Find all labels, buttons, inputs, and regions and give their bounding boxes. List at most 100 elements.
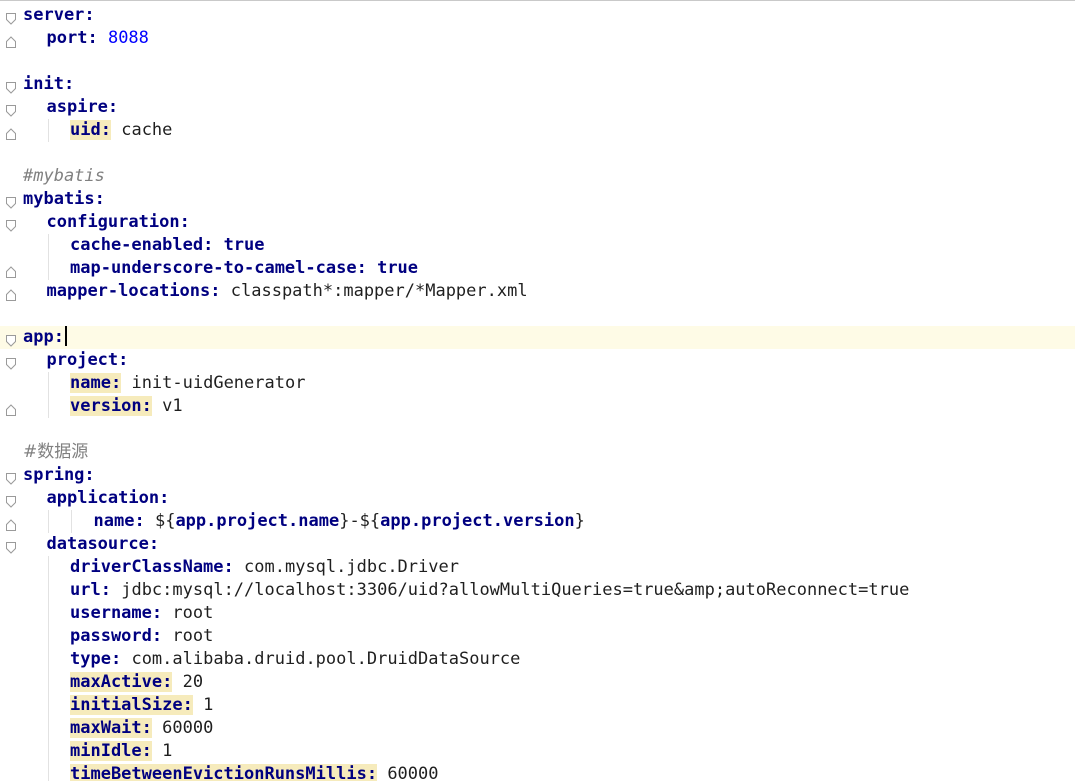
code-line[interactable] (0, 142, 1075, 165)
code-line[interactable]: maxWait: 60000 (0, 717, 1075, 740)
yaml-colon: : (87, 28, 98, 48)
code-line[interactable]: type: com.alibaba.druid.pool.DruidDataSo… (0, 648, 1075, 671)
fold-close-icon[interactable] (6, 32, 16, 48)
line-content: version: v1 (23, 395, 183, 418)
code-line[interactable]: driverClassName: com.mysql.jdbc.Driver (0, 556, 1075, 579)
yaml-key: timeBetweenEvictionRunsMillis (70, 764, 367, 781)
yaml-key: name (70, 373, 111, 393)
indent-guide (47, 740, 71, 763)
line-content: init: (23, 73, 74, 96)
fold-open-icon[interactable] (6, 538, 16, 554)
fold-close-icon[interactable] (6, 124, 16, 140)
fold-open-icon[interactable] (6, 331, 16, 347)
fold-close-icon[interactable] (6, 515, 16, 531)
yaml-colon: : (366, 764, 378, 781)
code-line[interactable] (0, 50, 1075, 73)
code-line[interactable]: version: v1 (0, 395, 1075, 418)
line-content: aspire: (23, 96, 119, 119)
indent-guide (47, 648, 71, 671)
yaml-key: project (46, 350, 119, 370)
indent-guide (23, 694, 47, 717)
fold-open-icon[interactable] (6, 492, 16, 508)
indent-guide (23, 234, 47, 257)
yaml-colon: : (84, 5, 95, 25)
placeholder-syntax: ${ (154, 511, 176, 531)
code-line[interactable]: #数据源 (0, 441, 1075, 464)
indent-guide (23, 556, 47, 579)
code-line[interactable]: init: (0, 73, 1075, 96)
code-line[interactable]: application: (0, 487, 1075, 510)
fold-close-icon[interactable] (6, 262, 16, 278)
code-line[interactable]: configuration: (0, 211, 1075, 234)
line-content: project: (23, 349, 129, 372)
line-content: mapper-locations: classpath*:mapper/*Map… (23, 280, 528, 303)
yaml-comment: #数据源 (23, 442, 89, 462)
indent-guide (47, 671, 71, 694)
indent-guide (23, 487, 47, 510)
yaml-key: initialSize (70, 695, 183, 715)
indent-guide (23, 648, 47, 671)
fold-close-icon[interactable] (6, 285, 16, 301)
code-line[interactable]: cache-enabled: true (0, 234, 1075, 257)
code-line[interactable]: #mybatis (0, 165, 1075, 188)
yaml-editor[interactable]: server: port: 8088 init: aspire: uid: cache #… (0, 0, 1075, 781)
code-line[interactable]: aspire: (0, 96, 1075, 119)
code-line[interactable]: password: root (0, 625, 1075, 648)
line-content: password: root (23, 625, 213, 648)
yaml-value: 60000 (162, 718, 214, 738)
code-line[interactable]: timeBetweenEvictionRunsMillis: 60000 (0, 763, 1075, 781)
yaml-key: init (23, 74, 64, 94)
code-line[interactable]: mapper-locations: classpath*:mapper/*Map… (0, 280, 1075, 303)
yaml-key: name (93, 511, 135, 531)
code-line[interactable]: app: (0, 326, 1075, 349)
fold-close-icon[interactable] (6, 400, 16, 416)
fold-open-icon[interactable] (6, 101, 16, 117)
fold-open-icon[interactable] (6, 469, 16, 485)
code-line[interactable]: url: jdbc:mysql://localhost:3306/uid?all… (0, 579, 1075, 602)
code-line[interactable]: name: init-uidGenerator (0, 372, 1075, 395)
yaml-value: com.mysql.jdbc.Driver (244, 557, 459, 577)
code-line[interactable]: username: root (0, 602, 1075, 625)
fold-open-icon[interactable] (6, 78, 16, 94)
code-line[interactable] (0, 303, 1075, 326)
yaml-value: 1 (162, 741, 173, 761)
indent-guide (23, 533, 47, 556)
code-line[interactable]: port: 8088 (0, 27, 1075, 50)
code-line[interactable]: mybatis: (0, 188, 1075, 211)
yaml-colon: : (94, 189, 105, 209)
placeholder-syntax: }-${ (339, 511, 381, 531)
indent-guide (47, 717, 71, 740)
fold-open-icon[interactable] (6, 9, 16, 25)
indent-guide (70, 510, 94, 533)
code-line[interactable]: map-underscore-to-camel-case: true (0, 257, 1075, 280)
code-line[interactable]: maxActive: 20 (0, 671, 1075, 694)
code-line[interactable] (0, 418, 1075, 441)
code-line[interactable]: uid: cache (0, 119, 1075, 142)
yaml-key: uid (70, 120, 101, 140)
line-content: map-underscore-to-camel-case: true (23, 257, 418, 280)
code-line[interactable]: project: (0, 349, 1075, 372)
indent-guide (47, 579, 71, 602)
yaml-value: true (377, 258, 419, 278)
code-line[interactable]: datasource: (0, 533, 1075, 556)
yaml-value: 1 (203, 695, 214, 715)
yaml-value: true (223, 235, 265, 255)
indent-guide (23, 625, 47, 648)
line-content: port: 8088 (23, 27, 149, 50)
indent-guide (47, 395, 71, 418)
code-line[interactable]: minIdle: 1 (0, 740, 1075, 763)
code-line[interactable]: server: (0, 4, 1075, 27)
line-content: cache-enabled: true (23, 234, 265, 257)
code-line[interactable]: initialSize: 1 (0, 694, 1075, 717)
line-content: name: ${app.project.name}-${app.project.… (23, 510, 585, 533)
fold-open-icon[interactable] (6, 193, 16, 209)
code-line[interactable]: name: ${app.project.name}-${app.project.… (0, 510, 1075, 533)
indent-guide (23, 671, 47, 694)
code-line[interactable]: spring: (0, 464, 1075, 487)
fold-open-icon[interactable] (6, 354, 16, 370)
indent-guide (23, 763, 47, 781)
fold-open-icon[interactable] (6, 216, 16, 232)
indent-guide (47, 234, 71, 257)
indent-guide (47, 556, 71, 579)
indent-guide (47, 625, 71, 648)
